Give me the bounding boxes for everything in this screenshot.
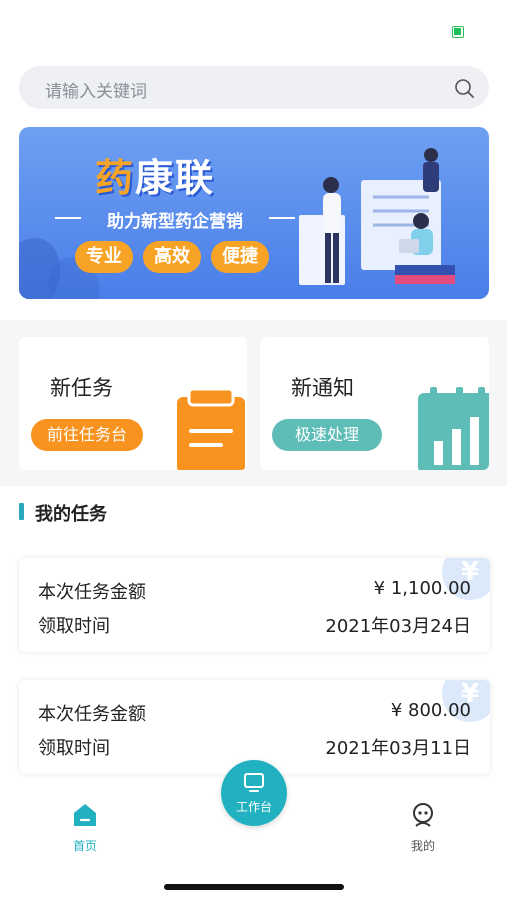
fast-process-button[interactable]: 极速处理 [272,419,382,451]
banner-tag: 专业 [75,241,133,273]
new-notice-card[interactable]: 新通知 极速处理 [260,337,489,470]
task-card[interactable]: ¥ 本次任务金额 ¥ 1,100.00 领取时间 2021年03月24日 [19,558,490,652]
tab-mine[interactable]: 我的 [393,802,453,854]
banner-tag: 高效 [143,241,201,273]
task-time: 2021年03月11日 [325,738,471,759]
task-time-label: 领取时间 [38,616,110,637]
tab-home-label: 首页 [72,839,97,853]
tab-home[interactable]: 首页 [55,802,115,854]
tab-mine-label: 我的 [410,839,435,853]
task-time: 2021年03月24日 [325,616,471,637]
new-task-card[interactable]: 新任务 前往任务台 [19,337,247,470]
search-placeholder: 请输入关键词 [45,82,147,102]
task-amount: ¥ 800.00 [390,700,471,721]
banner-subtitle: 助力新型药企营销 [55,207,295,232]
new-notice-title: 新通知 [291,376,354,400]
bar-chart-icon [418,387,489,470]
task-amount-label: 本次任务金额 [38,582,146,603]
monitor-icon [244,773,264,792]
home-indicator [164,884,344,890]
task-amount-label: 本次任务金额 [38,704,146,725]
search-bar[interactable]: 请输入关键词 [19,66,489,109]
home-icon [74,804,96,826]
clipboard-icon [177,387,245,470]
workbench-button[interactable]: 工作台 [221,760,287,826]
banner-title: 药康联 [95,156,216,200]
promo-banner[interactable]: 药康联 助力新型药企营销 专业 高效 便捷 [19,127,489,299]
new-task-title: 新任务 [50,376,113,400]
user-icon [413,803,433,827]
office-workers-illustration [299,148,455,285]
search-icon[interactable] [453,77,475,99]
banner-tag: 便捷 [211,241,269,273]
battery-icon [452,26,464,38]
go-to-task-desk-button[interactable]: 前往任务台 [31,419,143,451]
my-tasks-heading: 我的任务 [19,500,107,525]
task-time-label: 领取时间 [38,738,110,759]
task-amount: ¥ 1,100.00 [373,578,471,599]
workbench-label: 工作台 [235,800,272,814]
